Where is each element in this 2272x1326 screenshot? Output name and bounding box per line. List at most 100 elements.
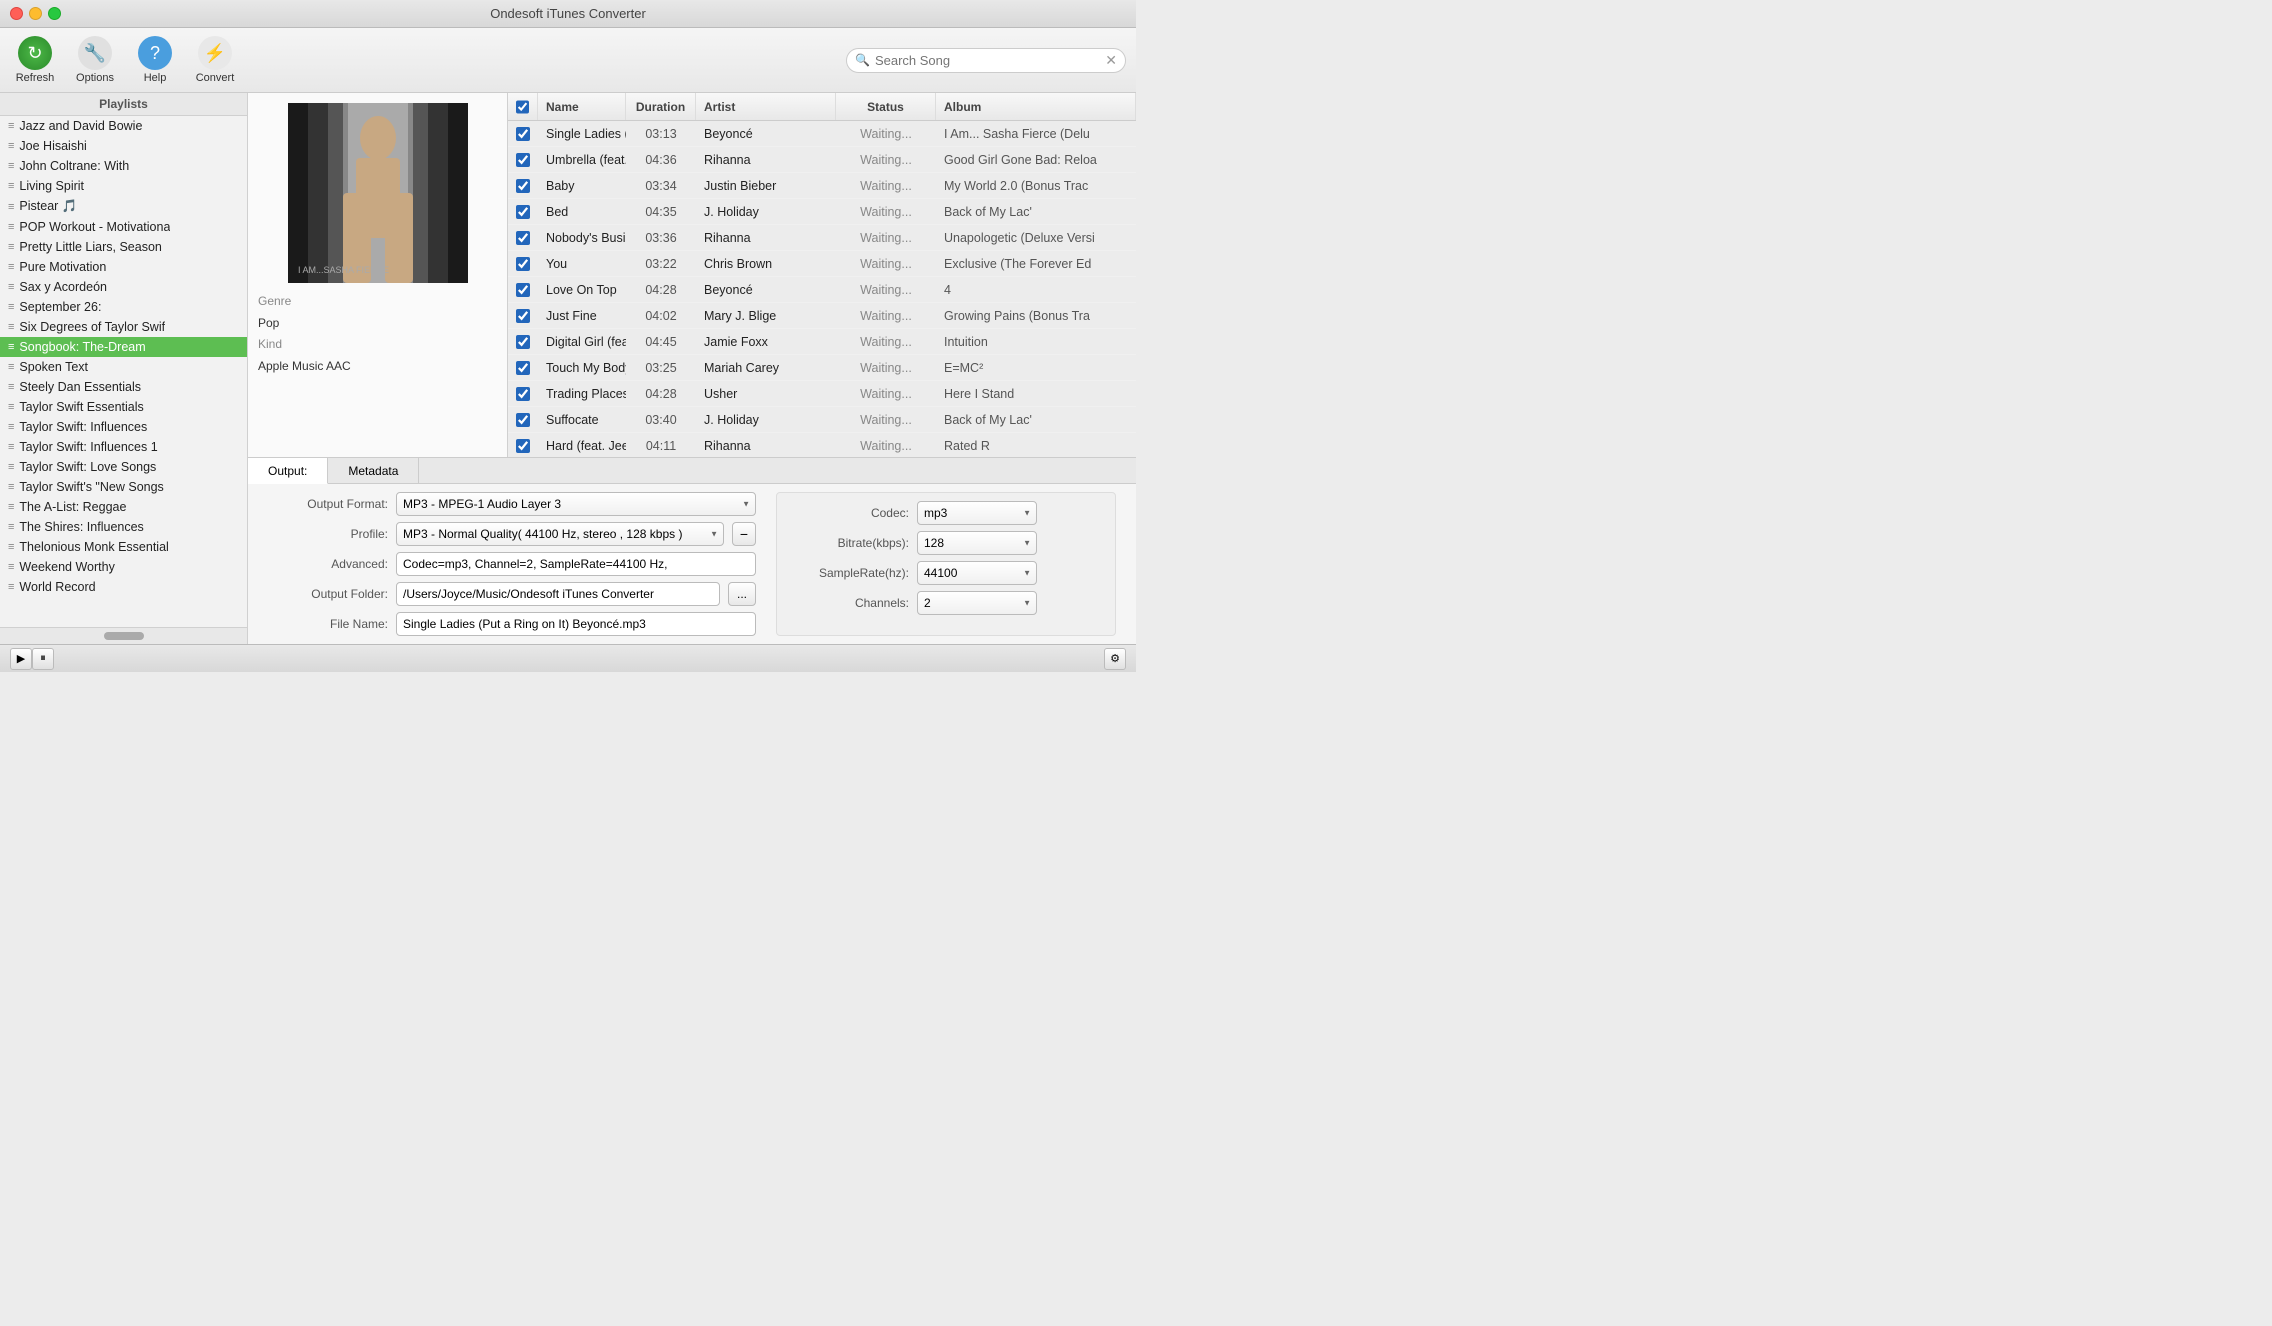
- table-row[interactable]: Love On Top 04:28 Beyoncé Waiting... 4: [508, 277, 1136, 303]
- row-checkbox[interactable]: [516, 153, 530, 167]
- minimize-button[interactable]: [29, 7, 42, 20]
- row-checkbox[interactable]: [516, 361, 530, 375]
- tab-metadata[interactable]: Metadata: [328, 458, 419, 483]
- row-checkbox[interactable]: [516, 257, 530, 271]
- help-button[interactable]: ? Help: [130, 34, 180, 86]
- tab-output[interactable]: Output:: [248, 458, 328, 484]
- sidebar-item[interactable]: ≡John Coltrane: With: [0, 156, 247, 176]
- status-settings-button[interactable]: ⚙: [1104, 648, 1126, 670]
- table-row[interactable]: Single Ladies (Put a Ring on It) 03:13 B…: [508, 121, 1136, 147]
- refresh-button[interactable]: ↻ Refresh: [10, 34, 60, 86]
- convert-button[interactable]: ⚡ Convert: [190, 34, 240, 86]
- sidebar-item-label: Songbook: The-Dream: [19, 340, 145, 354]
- table-row[interactable]: Umbrella (feat. JAY Z) 04:36 Rihanna Wai…: [508, 147, 1136, 173]
- file-name-input[interactable]: [396, 612, 756, 636]
- codec-select[interactable]: mp3: [917, 501, 1037, 525]
- row-status: Waiting...: [836, 173, 936, 198]
- bitrate-select[interactable]: 128: [917, 531, 1037, 555]
- profile-select[interactable]: MP3 - Normal Quality( 44100 Hz, stereo ,…: [396, 522, 724, 546]
- table-row[interactable]: Trading Places 04:28 Usher Waiting... He…: [508, 381, 1136, 407]
- select-all-checkbox[interactable]: [516, 100, 529, 114]
- samplerate-select[interactable]: 44100: [917, 561, 1037, 585]
- sidebar-item[interactable]: ≡Pistear 🎵: [0, 196, 247, 217]
- table-row[interactable]: Just Fine 04:02 Mary J. Blige Waiting...…: [508, 303, 1136, 329]
- table-row[interactable]: You 03:22 Chris Brown Waiting... Exclusi…: [508, 251, 1136, 277]
- table-row[interactable]: Bed 04:35 J. Holiday Waiting... Back of …: [508, 199, 1136, 225]
- output-folder-input[interactable]: [396, 582, 720, 606]
- search-input[interactable]: [875, 53, 1100, 68]
- table-row[interactable]: Baby 03:34 Justin Bieber Waiting... My W…: [508, 173, 1136, 199]
- sidebar-item-label: The Shires: Influences: [19, 520, 143, 534]
- row-checkbox[interactable]: [516, 283, 530, 297]
- sidebar-item[interactable]: ≡Thelonious Monk Essential: [0, 537, 247, 557]
- close-button[interactable]: [10, 7, 23, 20]
- sidebar-item[interactable]: ≡Taylor Swift: Love Songs: [0, 457, 247, 477]
- sidebar-item-label: Spoken Text: [19, 360, 88, 374]
- sidebar-item[interactable]: ≡Steely Dan Essentials: [0, 377, 247, 397]
- row-checkbox[interactable]: [516, 413, 530, 427]
- table-row[interactable]: Nobody's Business (feat. Chris Brown) 03…: [508, 225, 1136, 251]
- row-name: Just Fine: [538, 303, 626, 328]
- sidebar-item[interactable]: ≡September 26:: [0, 297, 247, 317]
- sidebar-item[interactable]: ≡ The Shires: Influences: [0, 517, 247, 537]
- browse-folder-button[interactable]: ...: [728, 582, 756, 606]
- row-checkbox[interactable]: [516, 127, 530, 141]
- output-format-select[interactable]: MP3 - MPEG-1 Audio Layer 3: [396, 492, 756, 516]
- channels-select[interactable]: 2: [917, 591, 1037, 615]
- maximize-button[interactable]: [48, 7, 61, 20]
- help-label: Help: [144, 72, 167, 84]
- sidebar-item[interactable]: ≡Joe Hisaishi: [0, 136, 247, 156]
- genre-label: Genre: [258, 294, 291, 308]
- status-pause-button[interactable]: ⏸: [32, 648, 54, 670]
- table-row[interactable]: Digital Girl (feat. The-Dream) 04:45 Jam…: [508, 329, 1136, 355]
- sidebar-item[interactable]: ≡Songbook: The-Dream: [0, 337, 247, 357]
- sidebar-item[interactable]: ≡Spoken Text: [0, 357, 247, 377]
- row-checkbox[interactable]: [516, 387, 530, 401]
- row-checkbox-cell: [508, 329, 538, 354]
- table-row[interactable]: Touch My Body 03:25 Mariah Carey Waiting…: [508, 355, 1136, 381]
- row-checkbox-cell: [508, 173, 538, 198]
- list-icon: ≡: [8, 521, 14, 533]
- row-checkbox[interactable]: [516, 231, 530, 245]
- sidebar-item[interactable]: ≡POP Workout - Motivationa: [0, 217, 247, 237]
- status-play-button[interactable]: ▶: [10, 648, 32, 670]
- row-status: Waiting...: [836, 433, 936, 457]
- row-checkbox[interactable]: [516, 205, 530, 219]
- options-icon: 🔧: [78, 36, 112, 70]
- options-button[interactable]: 🔧 Options: [70, 34, 120, 86]
- table-row[interactable]: Hard (feat. Jeezy) 04:11 Rihanna Waiting…: [508, 433, 1136, 457]
- sidebar-item[interactable]: ≡Pretty Little Liars, Season: [0, 237, 247, 257]
- sidebar-scrollbar-thumb[interactable]: [104, 632, 144, 640]
- sidebar-item[interactable]: ≡Jazz and David Bowie: [0, 116, 247, 136]
- row-checkbox[interactable]: [516, 439, 530, 453]
- sidebar-item[interactable]: ≡Pure Motivation: [0, 257, 247, 277]
- advanced-input[interactable]: [396, 552, 756, 576]
- sidebar-item[interactable]: ≡Sax y Acordeón: [0, 277, 247, 297]
- sidebar-item[interactable]: ≡Six Degrees of Taylor Swif: [0, 317, 247, 337]
- row-artist: Justin Bieber: [696, 173, 836, 198]
- row-checkbox[interactable]: [516, 179, 530, 193]
- profile-minus-button[interactable]: −: [732, 522, 756, 546]
- sidebar-item-label: Taylor Swift: Influences 1: [19, 440, 157, 454]
- sidebar-item-label: Sax y Acordeón: [19, 280, 107, 294]
- table-body: Single Ladies (Put a Ring on It) 03:13 B…: [508, 121, 1136, 457]
- list-icon: ≡: [8, 421, 14, 433]
- sidebar-item[interactable]: ≡Taylor Swift Essentials: [0, 397, 247, 417]
- row-status: Waiting...: [836, 329, 936, 354]
- sidebar-item-label: September 26:: [19, 300, 101, 314]
- sidebar-item[interactable]: ≡Taylor Swift: Influences 1: [0, 437, 247, 457]
- row-checkbox[interactable]: [516, 309, 530, 323]
- sidebar-item[interactable]: ≡Living Spirit: [0, 176, 247, 196]
- sidebar-item[interactable]: ≡Weekend Worthy: [0, 557, 247, 577]
- row-album: Intuition: [936, 329, 1136, 354]
- sidebar-item[interactable]: ≡Taylor Swift: Influences: [0, 417, 247, 437]
- sidebar-item[interactable]: ≡Taylor Swift's "New Songs: [0, 477, 247, 497]
- row-checkbox[interactable]: [516, 335, 530, 349]
- sidebar-item[interactable]: ≡World Record: [0, 577, 247, 597]
- search-clear-icon[interactable]: ✕: [1105, 52, 1117, 69]
- sidebar-footer: [0, 627, 247, 644]
- list-icon: ≡: [8, 401, 14, 413]
- traffic-lights: [10, 7, 61, 20]
- sidebar-item[interactable]: ≡The A-List: Reggae: [0, 497, 247, 517]
- table-row[interactable]: Suffocate 03:40 J. Holiday Waiting... Ba…: [508, 407, 1136, 433]
